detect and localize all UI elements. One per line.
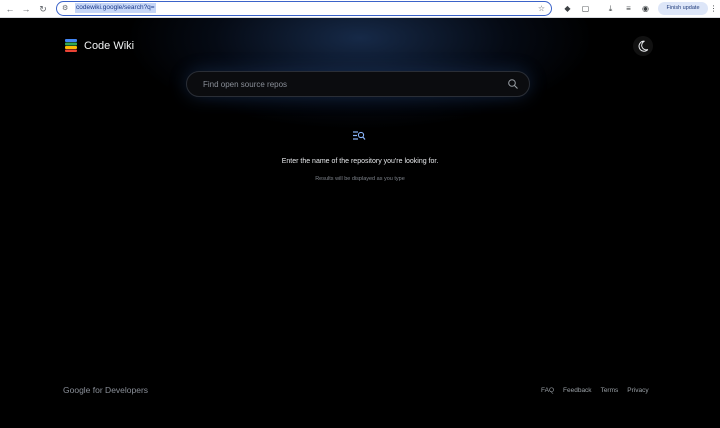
- footer-link-faq[interactable]: FAQ: [541, 386, 554, 395]
- google-for-developers-logo[interactable]: Google for Developers: [63, 385, 148, 396]
- footer-link-privacy[interactable]: Privacy: [627, 386, 648, 395]
- theme-toggle-button[interactable]: [633, 36, 653, 56]
- footer-link-terms[interactable]: Terms: [601, 386, 619, 395]
- address-bar[interactable]: ⚙ codewiki.google/search?q= ☆: [56, 1, 552, 16]
- forward-icon[interactable]: →: [20, 3, 32, 15]
- footer-links: FAQ Feedback Terms Privacy: [541, 386, 649, 395]
- finish-update-button[interactable]: Finish update: [658, 2, 708, 15]
- puzzle-icon[interactable]: ▢: [580, 3, 591, 14]
- download-icon[interactable]: ⤓: [605, 3, 616, 14]
- search-input[interactable]: [203, 72, 503, 96]
- url-text[interactable]: codewiki.google/search?q=: [75, 3, 156, 13]
- back-icon[interactable]: ←: [4, 3, 16, 15]
- search-icon[interactable]: [507, 78, 519, 90]
- extension-icon[interactable]: ◆: [562, 3, 573, 14]
- footer-link-feedback[interactable]: Feedback: [563, 386, 592, 395]
- search-bar[interactable]: [186, 71, 530, 97]
- translate-icon[interactable]: ≡: [623, 3, 634, 14]
- menu-icon[interactable]: ⋮: [708, 3, 719, 14]
- page: Code Wiki Enter the name of the reposito…: [0, 18, 720, 428]
- empty-state-subtitle: Results will be displayed as you type: [315, 176, 405, 182]
- moon-icon: [638, 40, 649, 52]
- brand-name[interactable]: Code Wiki: [84, 39, 134, 53]
- empty-state-title: Enter the name of the repository you're …: [281, 158, 439, 165]
- star-icon[interactable]: ☆: [538, 3, 545, 14]
- site-info-icon[interactable]: ⚙: [62, 4, 71, 13]
- reload-icon[interactable]: ↻: [37, 3, 49, 15]
- code-wiki-logo[interactable]: [63, 37, 79, 53]
- profile-icon[interactable]: ◉: [640, 3, 651, 14]
- browser-toolbar: ← → ↻ ⚙ codewiki.google/search?q= ☆ ◆ ▢ …: [0, 0, 720, 18]
- search-list-icon: [353, 131, 366, 140]
